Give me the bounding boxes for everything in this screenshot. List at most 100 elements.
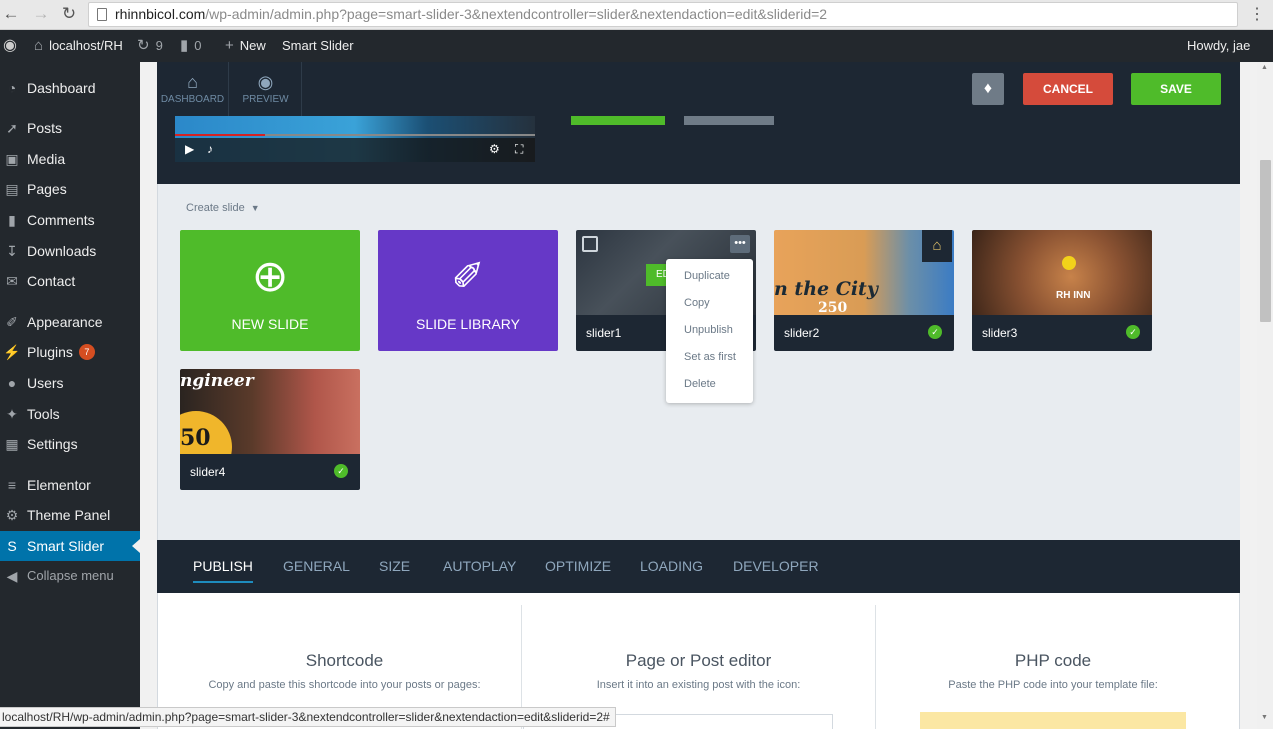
toolbar-preview-button[interactable]: ◉ PREVIEW [230, 62, 302, 116]
more-options-icon[interactable]: ••• [730, 235, 750, 253]
wordpress-logo-icon[interactable]: ◉ [3, 30, 23, 62]
bell-icon: ♦ [983, 80, 993, 97]
brush-icon: ✐ [6, 314, 18, 330]
php-code-title: PHP code [1014, 651, 1092, 670]
tab-optimize[interactable]: OPTIMIZE [545, 540, 611, 593]
strip-gray-button[interactable] [684, 116, 774, 125]
fullscreen-icon[interactable]: ⛶ [515, 142, 523, 157]
page-info-icon[interactable] [97, 8, 107, 21]
create-slide-dropdown[interactable]: Create slide ▼ [186, 202, 260, 214]
forward-icon[interactable]: → [30, 4, 52, 24]
slide-card[interactable]: n the City 250 ⌂ slider2 ✓ [774, 230, 954, 351]
brush-icon: ✐ [451, 255, 485, 299]
chevron-down-icon: ▼ [250, 203, 260, 213]
video-preview[interactable]: ▶ ♪ ⚙ ⛶ [175, 116, 535, 162]
published-check-icon: ✓ [928, 325, 942, 339]
url-domain: rhinnbicol.com [115, 6, 206, 22]
notifications-button[interactable]: ♦ [972, 73, 1004, 105]
sidebar-item-appearance[interactable]: ✐ Appearance [0, 307, 140, 337]
download-icon: ↧ [6, 243, 18, 259]
account-link[interactable]: Howdy, jae [1187, 30, 1250, 62]
sidebar-item-downloads[interactable]: ↧ Downloads [0, 236, 140, 266]
updates-link[interactable]: ↻ 9 [137, 30, 163, 62]
published-check-icon: ✓ [1126, 325, 1140, 339]
reload-icon[interactable]: ↻ [58, 4, 80, 24]
scrollbar-thumb[interactable] [1260, 160, 1271, 322]
settings-icon: ▦ [5, 436, 19, 452]
sidebar-item-pages[interactable]: ▤ Pages [0, 174, 140, 204]
sidebar-item-smart-slider[interactable]: S Smart Slider [0, 531, 140, 561]
sidebar-item-media[interactable]: ▣ Media [0, 144, 140, 174]
eye-icon: ◉ [257, 72, 274, 92]
slider-preview-strip: ▶ ♪ ⚙ ⛶ [157, 116, 1240, 184]
cancel-button[interactable]: CANCEL [1023, 73, 1113, 105]
slide-context-menu: Duplicate Copy Unpublish Set as first De… [666, 259, 753, 403]
tab-developer[interactable]: DEVELOPER [733, 540, 819, 593]
sidebar-item-plugins[interactable]: ⚡ Plugins 7 [0, 337, 140, 367]
slide-name: slider2 [774, 315, 954, 351]
wp-admin-bar: ◉ ⌂ localhost/RH ↻ 9 ▮ 0 + New Smart Slider … [0, 30, 1273, 62]
volume-icon[interactable]: ♪ [207, 142, 213, 156]
settings-icon[interactable]: ⚙ [489, 142, 500, 156]
new-content-link[interactable]: + New [225, 30, 266, 62]
play-icon[interactable]: ▶ [185, 142, 194, 156]
smart-slider-link[interactable]: Smart Slider [282, 30, 354, 62]
tab-general[interactable]: GENERAL [283, 540, 350, 593]
php-code-box[interactable] [920, 712, 1186, 729]
sidebar-item-comments[interactable]: ▮ Comments [0, 205, 140, 235]
page-scrollbar[interactable]: ▲ ▼ [1257, 62, 1273, 729]
back-icon[interactable]: ← [0, 4, 22, 24]
plus-icon: + [225, 37, 234, 54]
user-icon: ● [7, 375, 17, 391]
slide-card[interactable]: ngineer 50 slider4 ✓ [180, 369, 360, 490]
scroll-up-icon[interactable]: ▲ [1261, 64, 1268, 71]
editor-title: Page or Post editor [625, 651, 772, 670]
slide-name: slider3 [972, 315, 1152, 351]
save-button[interactable]: SAVE [1131, 73, 1221, 105]
browser-menu-icon[interactable]: ⋮ [1249, 4, 1265, 24]
address-bar[interactable]: rhinnbicol.com/wp-admin/admin.php?page=s… [88, 2, 1238, 27]
tab-loading[interactable]: LOADING [640, 540, 703, 593]
comments-link[interactable]: ▮ 0 [180, 30, 202, 62]
editor-description: Insert it into an existing post with the… [596, 679, 801, 691]
copy-menu-item[interactable]: Copy [666, 292, 753, 319]
sidebar-item-posts[interactable]: ➚ Posts [0, 113, 140, 143]
plus-circle-icon: ⊕ [251, 252, 289, 301]
tab-size[interactable]: SIZE [379, 540, 410, 593]
collapse-menu-button[interactable]: ◀ Collapse menu [0, 561, 140, 591]
toolbar-dashboard-button[interactable]: ⌂ DASHBOARD [157, 62, 229, 116]
sidebar-item-users[interactable]: ● Users [0, 368, 140, 398]
unpublish-menu-item[interactable]: Unpublish [666, 319, 753, 346]
set-as-first-menu-item[interactable]: Set as first [666, 346, 753, 373]
admin-sidebar: ◔ Dashboard ➚ Posts ▣ Media ▤ Pages ▮ Comment… [0, 62, 140, 729]
sidebar-item-contact[interactable]: ✉ Contact [0, 266, 140, 296]
pin-icon: ➚ [6, 120, 18, 136]
tab-autoplay[interactable]: AUTOPLAY [443, 540, 516, 593]
browser-toolbar: ← → ↻ rhinnbicol.com/wp-admin/admin.php?… [0, 0, 1273, 30]
collapse-icon: ◀ [6, 568, 18, 584]
slide-name: slider4 [180, 454, 360, 490]
scroll-down-icon[interactable]: ▼ [1261, 714, 1268, 721]
sidebar-item-settings[interactable]: ▦ Settings [0, 429, 140, 459]
slide-card[interactable]: RH INN slider3 ✓ [972, 230, 1152, 351]
updates-icon: ↻ [137, 37, 150, 54]
site-link[interactable]: ⌂ localhost/RH [34, 30, 123, 62]
slide-library-button[interactable]: ✐ SLIDE LIBRARY [378, 230, 558, 351]
duplicate-menu-item[interactable]: Duplicate [666, 265, 753, 292]
home-icon: ⌂ [187, 72, 198, 92]
sidebar-item-elementor[interactable]: ≡ Elementor [0, 470, 140, 500]
comment-icon: ▮ [180, 37, 189, 54]
smart-slider-icon: S [7, 538, 17, 554]
video-controls: ▶ ♪ ⚙ ⛶ [175, 138, 535, 162]
sidebar-item-dashboard[interactable]: ◔ Dashboard [0, 73, 140, 103]
new-slide-button[interactable]: ⊕ NEW SLIDE [180, 230, 360, 351]
delete-menu-item[interactable]: Delete [666, 373, 753, 400]
sidebar-item-theme-panel[interactable]: ⚙ Theme Panel [0, 500, 140, 530]
dashboard-icon: ◔ [7, 80, 17, 96]
slide-thumbnail: ngineer 50 [180, 369, 360, 483]
strip-green-button[interactable] [571, 116, 665, 125]
sidebar-item-tools[interactable]: ✦ Tools [0, 399, 140, 429]
tab-publish[interactable]: PUBLISH [193, 540, 253, 593]
slide-select-checkbox[interactable] [582, 236, 598, 252]
shortcode-description: Copy and paste this shortcode into your … [208, 679, 481, 691]
